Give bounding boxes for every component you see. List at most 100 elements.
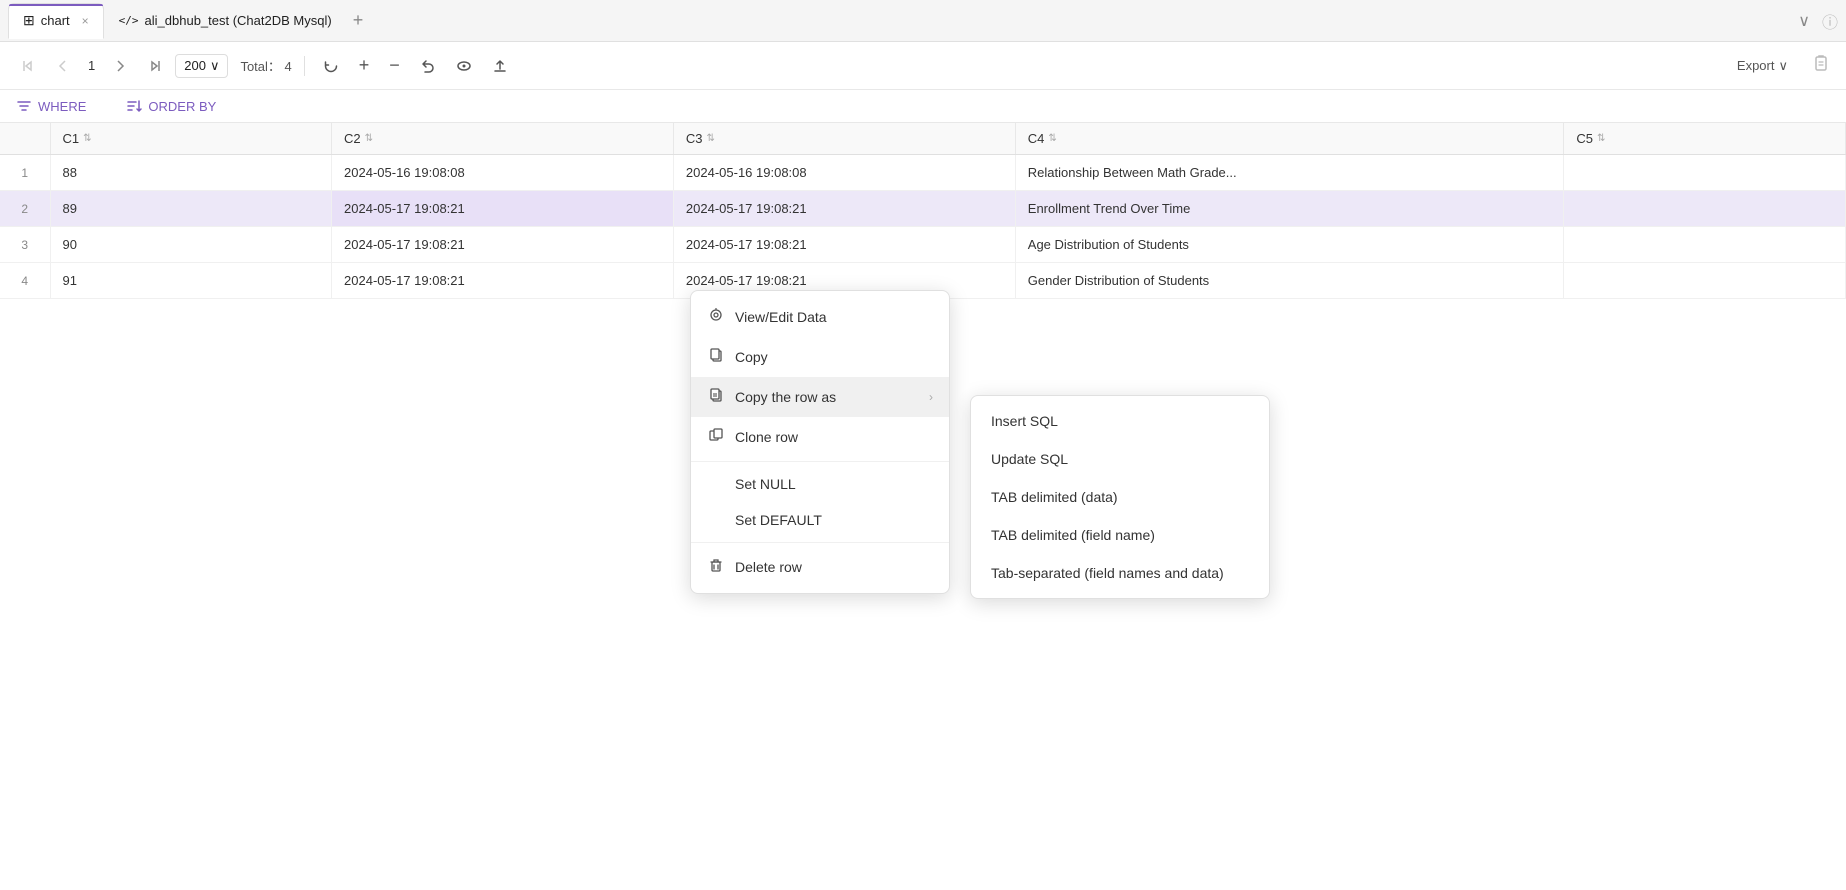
cell-c5[interactable] <box>1564 263 1846 299</box>
row-number: 2 <box>0 191 50 227</box>
cell-c3[interactable]: 2024-05-16 19:08:08 <box>673 155 1015 191</box>
ctx-set-null-label: Set NULL <box>735 476 796 492</box>
c3-sort-icon: ⇅ <box>707 133 715 144</box>
c5-sort-icon: ⇅ <box>1597 133 1605 144</box>
submenu-tab-delimited-data[interactable]: TAB delimited (data) <box>971 478 1269 516</box>
cell-c4[interactable]: Age Distribution of Students <box>1015 227 1564 263</box>
submenu-chevron: › <box>929 390 933 404</box>
col-header-c3[interactable]: C3 ⇅ <box>673 123 1015 155</box>
export-arrow: ∨ <box>1778 58 1788 74</box>
tab-chart-label: chart <box>41 13 70 28</box>
submenu-update-sql[interactable]: Update SQL <box>971 440 1269 478</box>
cell-c2[interactable]: 2024-05-17 19:08:21 <box>332 227 674 263</box>
cell-c5[interactable] <box>1564 191 1846 227</box>
delete-row-icon <box>707 557 725 577</box>
ctx-delete-row-label: Delete row <box>735 559 802 575</box>
cell-c4[interactable]: Relationship Between Math Grade... <box>1015 155 1564 191</box>
ctx-copy[interactable]: Copy <box>691 337 949 377</box>
ctx-view-edit-label: View/Edit Data <box>735 309 827 325</box>
cell-c1[interactable]: 91 <box>50 263 332 299</box>
cell-c3[interactable]: 2024-05-17 19:08:21 <box>673 227 1015 263</box>
clipboard-icon[interactable] <box>1812 54 1830 77</box>
export-button[interactable]: Export ∨ <box>1729 54 1796 78</box>
copy-row-icon <box>707 387 725 407</box>
row-number: 4 <box>0 263 50 299</box>
where-label: WHERE <box>38 99 86 114</box>
toolbar-divider <box>304 56 305 76</box>
tab-editor[interactable]: </> ali_dbhub_test (Chat2DB Mysql) <box>104 3 347 39</box>
cell-c5[interactable] <box>1564 227 1846 263</box>
submenu-tab-separated[interactable]: Tab-separated (field names and data) <box>971 554 1269 592</box>
clone-icon <box>707 427 725 447</box>
cell-c1[interactable]: 88 <box>50 155 332 191</box>
col-header-c4[interactable]: C4 ⇅ <box>1015 123 1564 155</box>
editor-icon: </> <box>119 14 139 27</box>
submenu-tab-delimited-field[interactable]: TAB delimited (field name) <box>971 516 1269 554</box>
row-number: 3 <box>0 227 50 263</box>
ctx-delete-row[interactable]: Delete row <box>691 547 949 587</box>
ctx-copy-row-as[interactable]: Copy the row as › <box>691 377 949 417</box>
table-row[interactable]: 1 88 2024-05-16 19:08:08 2024-05-16 19:0… <box>0 155 1846 191</box>
per-page-selector[interactable]: 200 ∨ <box>175 54 228 78</box>
undo-button[interactable] <box>414 54 442 78</box>
tab-bar: ⊞ chart × </> ali_dbhub_test (Chat2DB My… <box>0 0 1846 42</box>
ctx-copy-row-as-label: Copy the row as <box>735 389 836 405</box>
tab-editor-label: ali_dbhub_test (Chat2DB Mysql) <box>145 13 332 28</box>
ctx-separator-1 <box>691 461 949 462</box>
tab-dropdown-icon[interactable]: ∨ <box>1798 11 1810 31</box>
cell-c4[interactable]: Enrollment Trend Over Time <box>1015 191 1564 227</box>
last-page-button[interactable] <box>141 55 167 77</box>
data-table: C1 ⇅ C2 ⇅ C3 ⇅ <box>0 123 1846 299</box>
view-edit-icon <box>707 307 725 327</box>
col-header-c1[interactable]: C1 ⇅ <box>50 123 332 155</box>
toolbar: 1 200 ∨ Total： 4 + − Export ∨ <box>0 42 1846 90</box>
ctx-set-default-label: Set DEFAULT <box>735 512 822 528</box>
ctx-set-null[interactable]: Set NULL <box>691 466 949 502</box>
cell-c1[interactable]: 89 <box>50 191 332 227</box>
c2-sort-icon: ⇅ <box>365 133 373 144</box>
cell-c3[interactable]: 2024-05-17 19:08:21 <box>673 191 1015 227</box>
current-page: 1 <box>84 58 99 73</box>
prev-page-button[interactable] <box>50 55 76 77</box>
add-row-button[interactable]: + <box>353 51 376 80</box>
ctx-view-edit[interactable]: View/Edit Data <box>691 297 949 337</box>
copy-icon <box>707 347 725 367</box>
filter-bar: WHERE ORDER BY <box>0 90 1846 123</box>
tab-chart[interactable]: ⊞ chart × <box>8 3 104 39</box>
table-row[interactable]: 2 89 2024-05-17 19:08:21 2024-05-17 19:0… <box>0 191 1846 227</box>
next-page-button[interactable] <box>107 55 133 77</box>
per-page-arrow: ∨ <box>210 58 220 74</box>
cell-c1[interactable]: 90 <box>50 227 332 263</box>
ctx-clone-row-label: Clone row <box>735 429 798 445</box>
col-header-c5[interactable]: C5 ⇅ <box>1564 123 1846 155</box>
col-header-rownum <box>0 123 50 155</box>
where-filter[interactable]: WHERE <box>16 98 86 114</box>
tab-chart-close[interactable]: × <box>82 14 89 28</box>
cell-c2[interactable]: 2024-05-16 19:08:08 <box>332 155 674 191</box>
context-menu: View/Edit Data Copy Copy the row as › Cl… <box>690 290 950 594</box>
ctx-clone-row[interactable]: Clone row <box>691 417 949 457</box>
ctx-separator-2 <box>691 542 949 543</box>
total-label: Total： 4 <box>240 56 291 75</box>
table-row[interactable]: 3 90 2024-05-17 19:08:21 2024-05-17 19:0… <box>0 227 1846 263</box>
c4-sort-icon: ⇅ <box>1048 133 1056 144</box>
ctx-copy-label: Copy <box>735 349 768 365</box>
order-by-filter[interactable]: ORDER BY <box>126 98 216 114</box>
row-number: 1 <box>0 155 50 191</box>
ctx-set-default[interactable]: Set DEFAULT <box>691 502 949 538</box>
cell-c4[interactable]: Gender Distribution of Students <box>1015 263 1564 299</box>
cell-c5[interactable] <box>1564 155 1846 191</box>
tab-add-button[interactable]: + <box>353 10 364 31</box>
first-page-button[interactable] <box>16 55 42 77</box>
cell-c2[interactable]: 2024-05-17 19:08:21 <box>332 191 674 227</box>
info-icon[interactable]: ⓘ <box>1822 9 1838 33</box>
col-header-c2[interactable]: C2 ⇅ <box>332 123 674 155</box>
per-page-value: 200 <box>184 58 206 73</box>
upload-button[interactable] <box>486 54 514 78</box>
cell-c2[interactable]: 2024-05-17 19:08:21 <box>332 263 674 299</box>
delete-row-button[interactable]: − <box>383 51 406 80</box>
view-button[interactable] <box>450 54 478 78</box>
submenu-insert-sql[interactable]: Insert SQL <box>971 402 1269 440</box>
refresh-button[interactable] <box>317 54 345 78</box>
export-label: Export <box>1737 58 1775 73</box>
